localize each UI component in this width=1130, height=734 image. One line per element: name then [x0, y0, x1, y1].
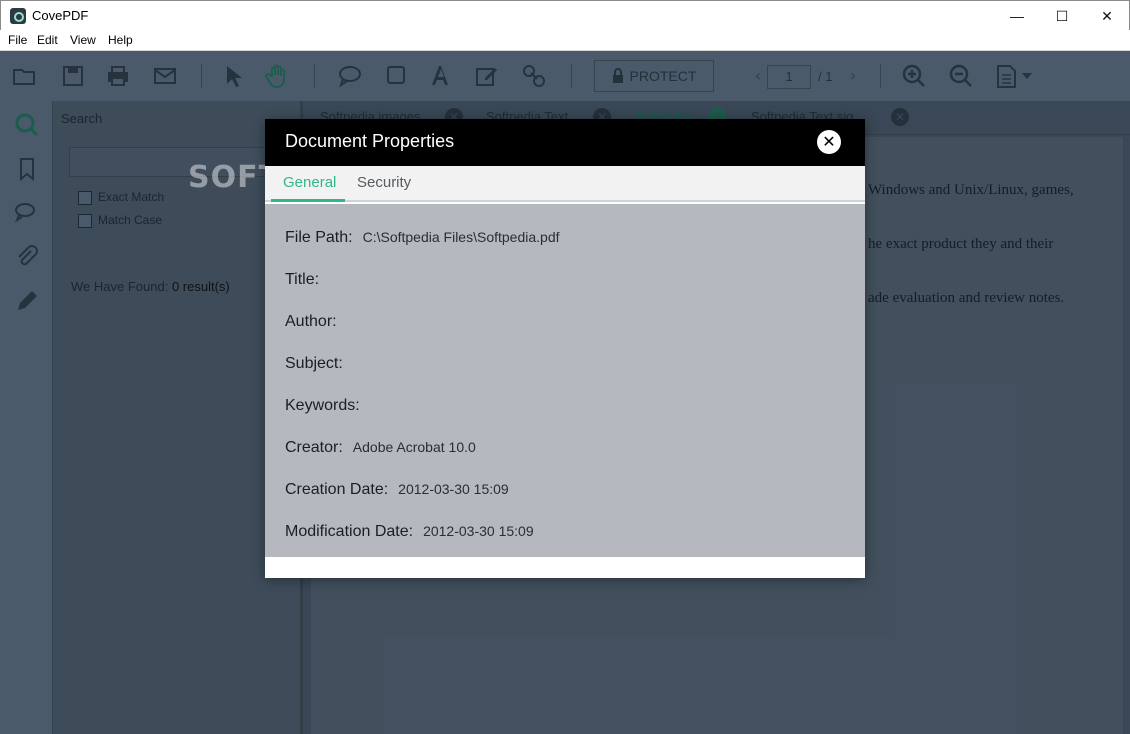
- active-tab-indicator: [271, 199, 345, 202]
- menu-help[interactable]: Help: [108, 33, 133, 47]
- minimize-button[interactable]: —: [994, 1, 1040, 31]
- prop-key: Modification Date:: [285, 523, 414, 540]
- window-title: CovePDF: [32, 8, 89, 23]
- dialog-tabs: General Security: [265, 166, 865, 202]
- menu-view[interactable]: View: [70, 33, 96, 47]
- prop-key: Creation Date:: [285, 481, 389, 498]
- title-bar: CovePDF — ☐ ✕: [0, 0, 1130, 30]
- prop-keywords: Keywords:: [285, 397, 370, 417]
- prop-value: Adobe Acrobat 10.0: [352, 439, 476, 455]
- dialog-title: Document Properties: [285, 131, 455, 151]
- prop-key: File Path:: [285, 229, 353, 246]
- prop-value: 2012-03-30 15:09: [398, 481, 509, 497]
- menu-file[interactable]: File: [8, 33, 27, 47]
- dialog-header: Document Properties ✕: [265, 119, 865, 166]
- prop-key: Title:: [285, 271, 320, 288]
- close-window-button[interactable]: ✕: [1084, 1, 1130, 31]
- prop-subject: Subject:: [285, 355, 353, 375]
- prop-author: Author:: [285, 313, 347, 333]
- menu-edit[interactable]: Edit: [37, 33, 58, 47]
- prop-key: Creator:: [285, 439, 343, 456]
- prop-file-path: File Path: C:\Softpedia Files\Softpedia.…: [285, 229, 560, 249]
- prop-value: 2012-03-30 15:09: [423, 523, 534, 539]
- tab-security[interactable]: Security: [357, 174, 411, 191]
- dialog-body: File Path: C:\Softpedia Files\Softpedia.…: [265, 204, 865, 557]
- prop-key: Subject:: [285, 355, 343, 372]
- prop-creation-date: Creation Date: 2012-03-30 15:09: [285, 481, 509, 501]
- prop-modification-date: Modification Date: 2012-03-30 15:09: [285, 523, 534, 543]
- menu-bar: File Edit View Help: [0, 30, 1130, 51]
- prop-value: C:\Softpedia Files\Softpedia.pdf: [362, 229, 560, 245]
- maximize-button[interactable]: ☐: [1039, 1, 1085, 31]
- prop-creator: Creator: Adobe Acrobat 10.0: [285, 439, 476, 459]
- prop-key: Author:: [285, 313, 337, 330]
- close-dialog-icon[interactable]: ✕: [817, 130, 841, 154]
- document-properties-dialog: Document Properties ✕ General Security F…: [265, 119, 865, 578]
- app-logo-icon: [10, 8, 26, 24]
- prop-title: Title:: [285, 271, 329, 291]
- tab-general[interactable]: General: [283, 174, 336, 191]
- prop-key: Keywords:: [285, 397, 360, 414]
